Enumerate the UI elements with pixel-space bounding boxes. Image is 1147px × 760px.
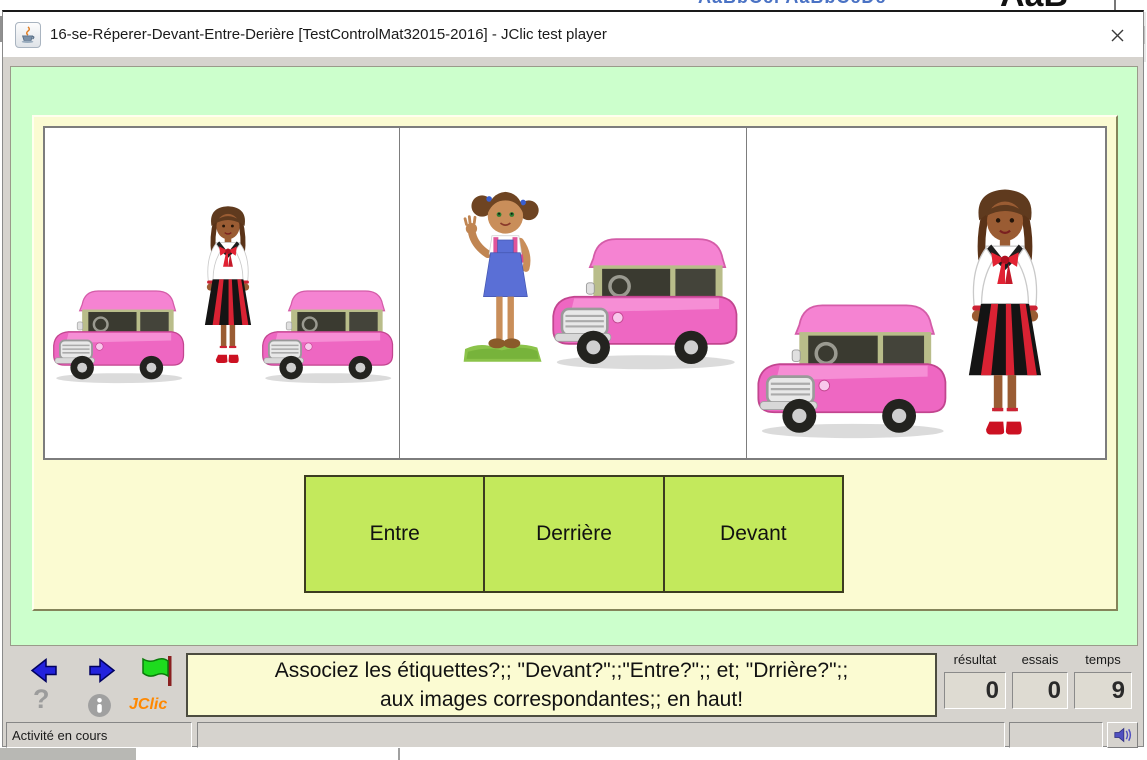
counter-label-essais: essais xyxy=(1012,652,1068,668)
pink-car-image xyxy=(50,286,186,385)
jclic-logo[interactable]: JClic xyxy=(129,696,167,714)
background-clipped-text-blue: AaBbCcl AaBbCcDc xyxy=(698,0,998,10)
background-line-fragment xyxy=(398,748,400,760)
scene-behind[interactable] xyxy=(399,128,747,458)
arrow-right-icon xyxy=(87,657,117,684)
activity-panel: Entre Derrière Devant xyxy=(32,115,1118,611)
image-grid xyxy=(43,126,1107,460)
counter-value-essais: 0 xyxy=(1012,672,1068,709)
pink-car-image xyxy=(259,286,395,385)
close-icon xyxy=(1110,28,1125,43)
info-button[interactable] xyxy=(87,693,112,723)
label-devant[interactable]: Devant xyxy=(663,477,842,591)
window-title: 16-se-Réperer-Devant-Entre-Derière [Test… xyxy=(50,26,607,43)
message-box: Associez les étiquettes?;; "Devant?";;"E… xyxy=(186,653,937,717)
title-bar[interactable]: 16-se-Réperer-Devant-Entre-Derière [Test… xyxy=(3,12,1143,57)
counter-label-temps: temps xyxy=(1074,652,1132,668)
restart-activity-button[interactable] xyxy=(139,654,175,693)
counter-label-resultat: résultat xyxy=(944,652,1006,668)
activity-area: Entre Derrière Devant xyxy=(10,66,1138,646)
speaker-icon xyxy=(1112,726,1134,744)
background-taskbar-fragment xyxy=(0,748,136,760)
counter-value-temps: 9 xyxy=(1074,672,1132,709)
help-button[interactable]: ? xyxy=(33,684,50,715)
sound-toggle-button[interactable] xyxy=(1107,722,1138,748)
status-activity: Activité en cours xyxy=(6,722,192,748)
arrow-left-icon xyxy=(29,657,59,684)
info-icon xyxy=(87,693,112,718)
label-derriere[interactable]: Derrière xyxy=(483,477,662,591)
pink-car-image xyxy=(548,232,740,372)
status-progress xyxy=(197,722,1005,748)
counter-value-resultat: 0 xyxy=(944,672,1006,709)
scene-between[interactable] xyxy=(45,128,399,458)
next-activity-button[interactable] xyxy=(87,657,117,689)
message-line1: Associez les étiquettes?;; "Devant?";;"E… xyxy=(188,656,935,685)
label-entre[interactable]: Entre xyxy=(306,477,483,591)
close-button[interactable] xyxy=(1107,25,1127,45)
java-coffee-cup-icon xyxy=(19,26,37,44)
label-grid: Entre Derrière Devant xyxy=(304,475,844,593)
scene-in-front[interactable] xyxy=(746,128,1105,458)
girl-image xyxy=(953,186,1057,444)
green-flag-icon xyxy=(139,654,175,688)
message-line2: aux images correspondantes;; en haut! xyxy=(188,685,935,714)
jclic-window: 16-se-Réperer-Devant-Entre-Derière [Test… xyxy=(2,10,1144,747)
girl-image xyxy=(195,204,261,369)
status-extra xyxy=(1009,722,1103,748)
girl-waving-image xyxy=(458,178,550,377)
java-icon[interactable] xyxy=(15,22,41,48)
pink-car-image xyxy=(753,298,949,441)
